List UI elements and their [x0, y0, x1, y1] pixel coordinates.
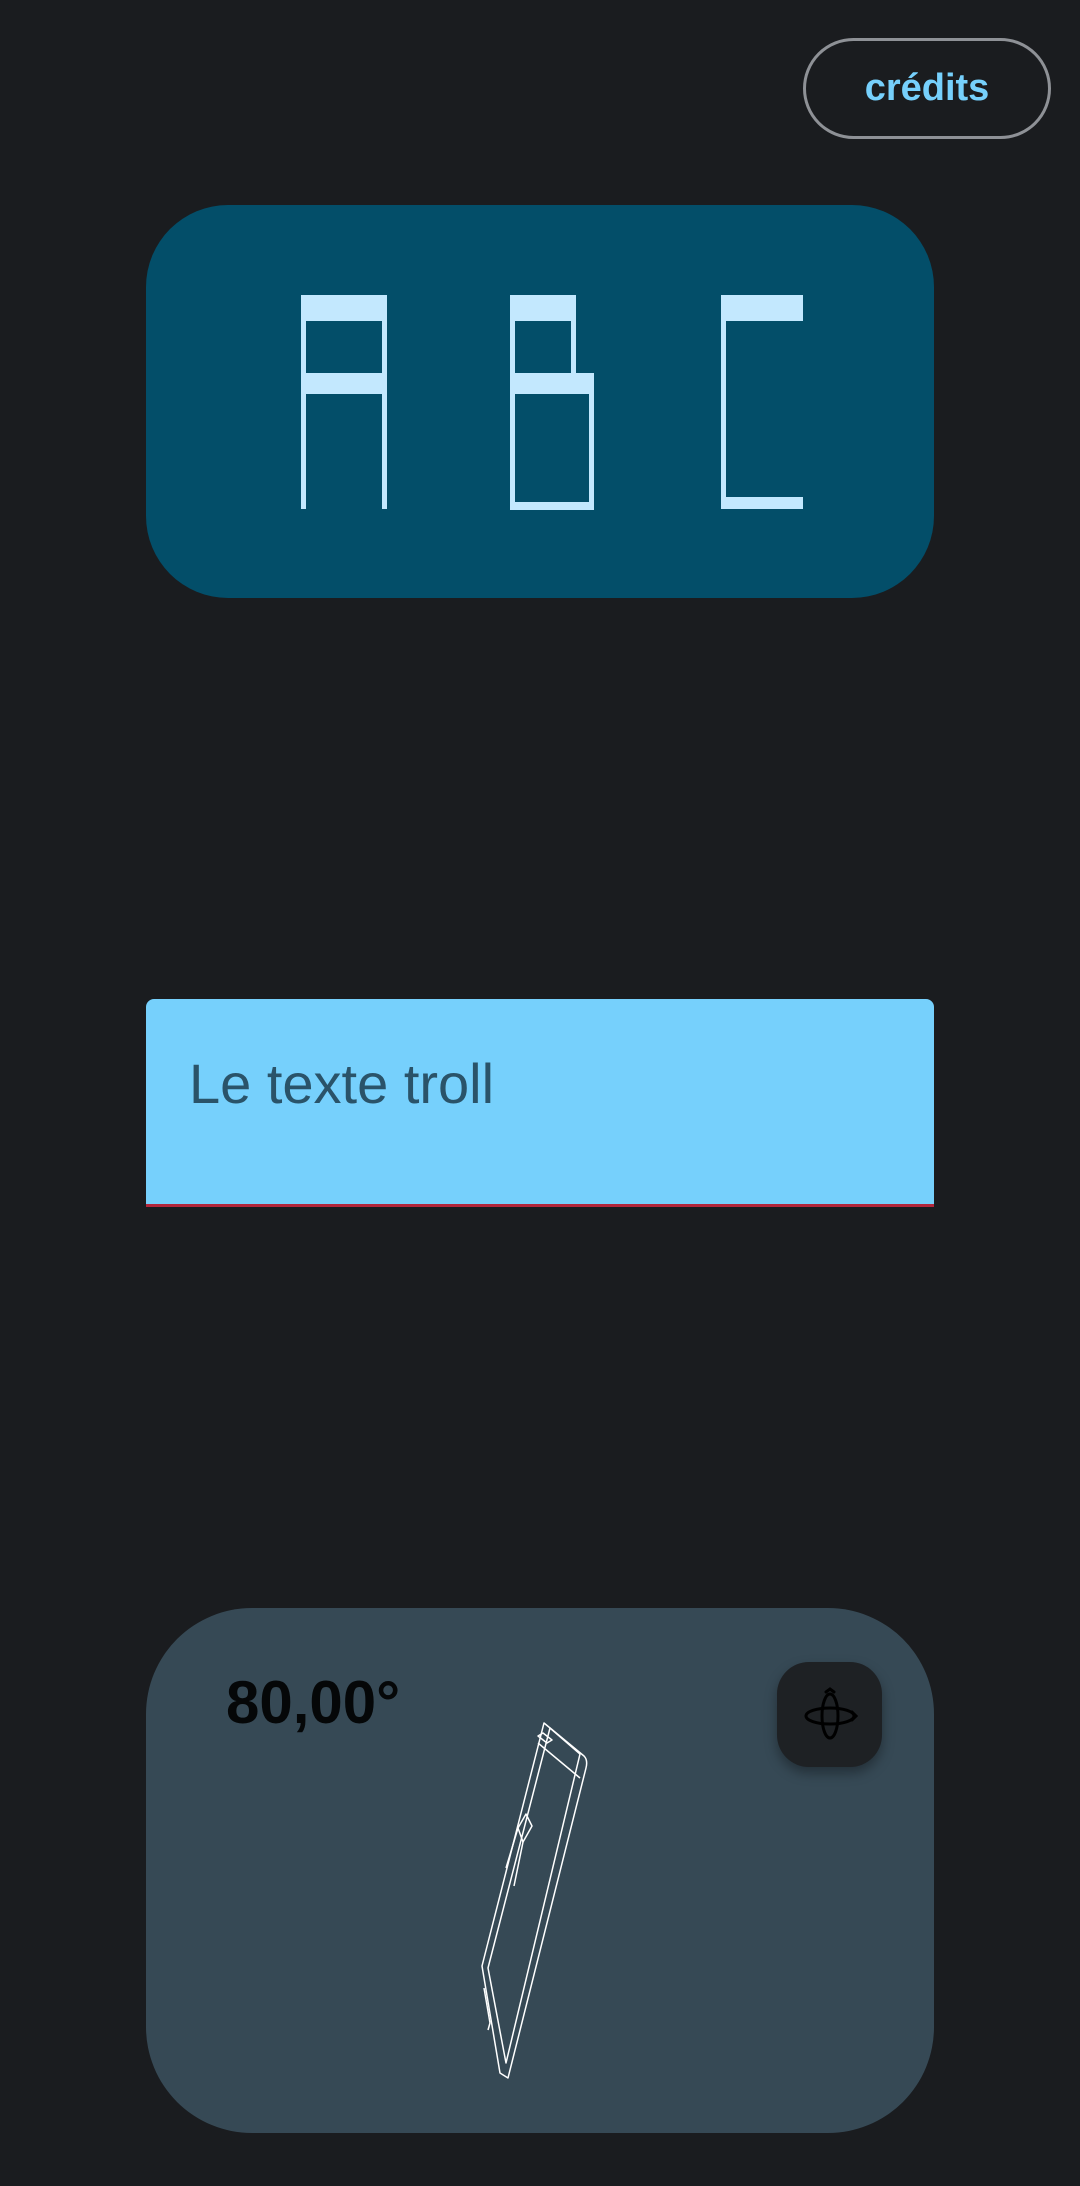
orientation-button[interactable] [777, 1662, 882, 1767]
3d-rotation-icon [804, 1686, 858, 1739]
letter-b-glyph [510, 295, 594, 510]
letter-a-glyph [301, 295, 387, 509]
text-input-field[interactable]: Le texte troll [146, 999, 934, 1207]
text-input-value: Le texte troll [189, 1052, 495, 1115]
tilt-angle-card: 80,00° [146, 1608, 934, 2133]
credits-button[interactable]: crédits [803, 38, 1051, 139]
letter-c-glyph [721, 295, 803, 509]
angle-readout: 80,00° [226, 1669, 401, 1736]
letters-display-card [146, 205, 934, 598]
tilted-phone-icon [481, 1722, 588, 2079]
